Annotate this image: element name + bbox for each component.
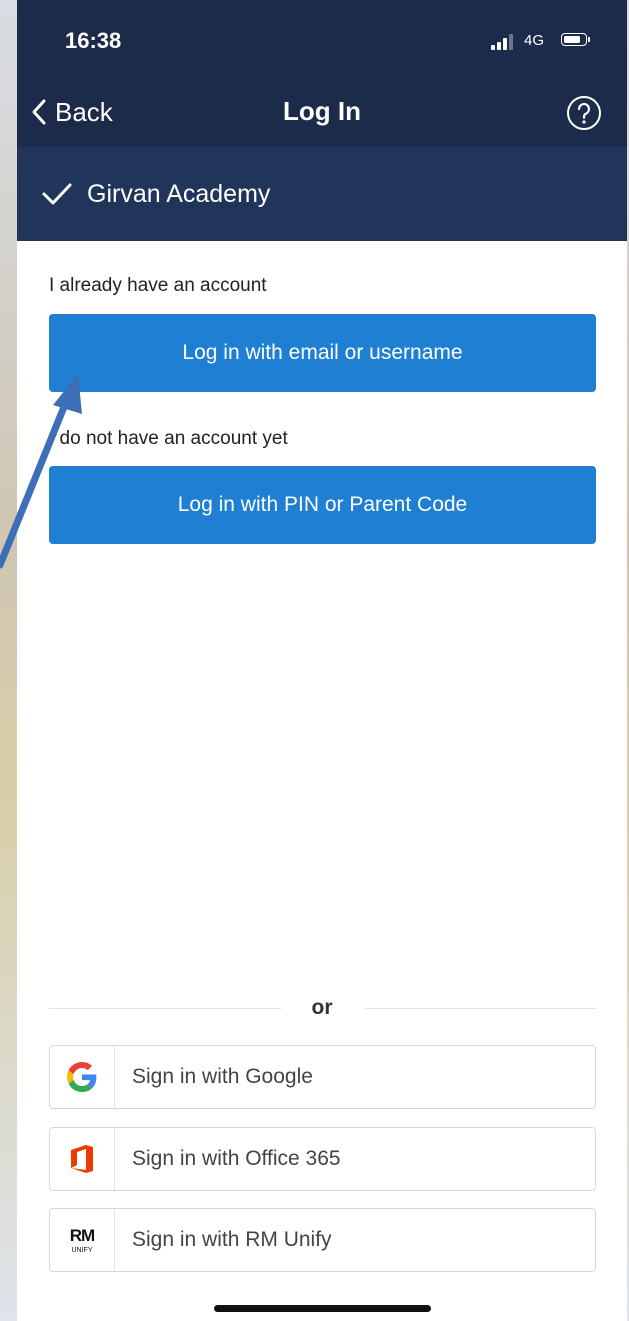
phone-screen: 16:38 4G Back Log In Girvan Academy I al… [17, 0, 627, 1321]
nav-bar: Back Log In [17, 80, 627, 144]
office365-signin-button[interactable]: Sign in with Office 365 [49, 1127, 596, 1191]
status-time: 16:38 [65, 28, 122, 53]
status-bar: 16:38 4G [17, 0, 627, 80]
rm-unify-signin-label: Sign in with RM Unify [132, 1228, 332, 1251]
or-label: or [311, 996, 333, 1019]
existing-account-label: I already have an account [49, 275, 267, 296]
rm-logo-text: RM [69, 1225, 95, 1245]
school-name: Girvan Academy [87, 179, 271, 208]
office365-signin-label: Sign in with Office 365 [132, 1147, 341, 1170]
signal-icon [491, 34, 515, 50]
page-title: Log In [283, 96, 361, 126]
app-header: 16:38 4G Back Log In [17, 0, 627, 147]
google-icon [50, 1046, 115, 1108]
home-indicator [214, 1305, 431, 1312]
unify-logo-text: UNIFY [71, 1246, 93, 1254]
rm-unify-icon: RM UNIFY [50, 1209, 115, 1271]
google-signin-label: Sign in with Google [132, 1065, 313, 1088]
pin-login-button[interactable]: Log in with PIN or Parent Code [49, 466, 596, 544]
network-type: 4G [524, 32, 545, 49]
office-icon [50, 1128, 115, 1190]
help-icon[interactable] [566, 95, 602, 131]
checkmark-icon [42, 183, 72, 205]
screenshot-stage: 16:38 4G Back Log In Girvan Academy I al… [0, 0, 629, 1321]
rm-unify-signin-button[interactable]: RM UNIFY Sign in with RM Unify [49, 1208, 596, 1272]
selected-school-bar[interactable]: Girvan Academy [17, 147, 627, 241]
battery-icon [561, 33, 591, 48]
new-account-label: I do not have an account yet [49, 428, 288, 449]
google-signin-button[interactable]: Sign in with Google [49, 1045, 596, 1109]
email-login-button[interactable]: Log in with email or username [49, 314, 596, 392]
